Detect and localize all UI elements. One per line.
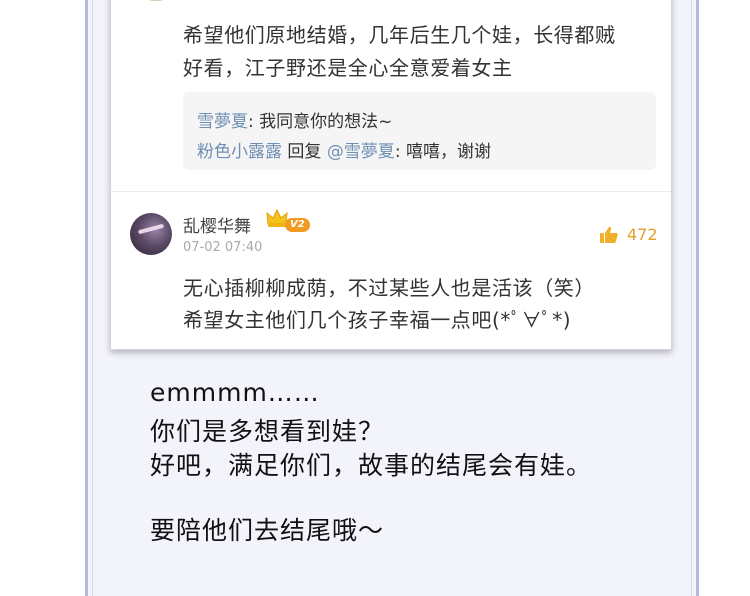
comment-text: 无心插柳柳成荫，不过某些人也是活该（笑）	[183, 276, 595, 300]
handwritten-note: 要陪他们去结尾哦～	[150, 516, 385, 545]
reply-item: 雪夢夏: 我同意你的想法~	[197, 107, 392, 132]
username[interactable]: 乱樱华舞	[183, 212, 251, 237]
handwritten-note: 你们是多想看到娃？	[150, 417, 385, 446]
reply-separator: :	[394, 142, 406, 162]
handwritten-note: 好吧，满足你们，故事的结尾会有娃。	[150, 451, 593, 480]
thumbs-up-icon[interactable]	[599, 225, 619, 245]
reply-text: 我同意你的想法~	[259, 112, 393, 132]
avatar	[143, 0, 169, 1]
vip-badge: V2	[285, 218, 310, 232]
comment-text: 希望女主他们几个孩子幸福一点吧(*ﾟ∀ﾟ*)	[183, 308, 572, 332]
reply-text: 嘻嘻，谢谢	[405, 142, 491, 162]
reply-author-link[interactable]: 雪夢夏	[197, 112, 248, 132]
reply-item: 粉色小露露 回复 @雪夢夏: 嘻嘻，谢谢	[197, 137, 491, 162]
handwritten-note: emmmm……	[150, 378, 320, 407]
reply-author-link[interactable]: 粉色小露露	[197, 142, 282, 162]
divider	[111, 191, 671, 192]
comment-card: 希望他们原地结婚，几年后生几个娃，长得都贼 好看，江子野还是全心全意爱着女主 雪…	[110, 0, 672, 350]
mention-link[interactable]: @雪夢夏	[327, 142, 395, 162]
reply-separator: :	[248, 112, 260, 132]
comment-text: 希望他们原地结婚，几年后生几个娃，长得都贼	[183, 23, 616, 47]
like-count: 472	[627, 225, 658, 244]
timestamp: 07-02 07:40	[183, 240, 263, 255]
reply-action: 回复	[282, 142, 327, 162]
reply-box[interactable]: 雪夢夏: 我同意你的想法~ 粉色小露露 回复 @雪夢夏: 嘻嘻，谢谢	[183, 92, 656, 170]
avatar[interactable]	[130, 213, 172, 255]
comment-text: 好看，江子野还是全心全意爱着女主	[183, 56, 513, 80]
